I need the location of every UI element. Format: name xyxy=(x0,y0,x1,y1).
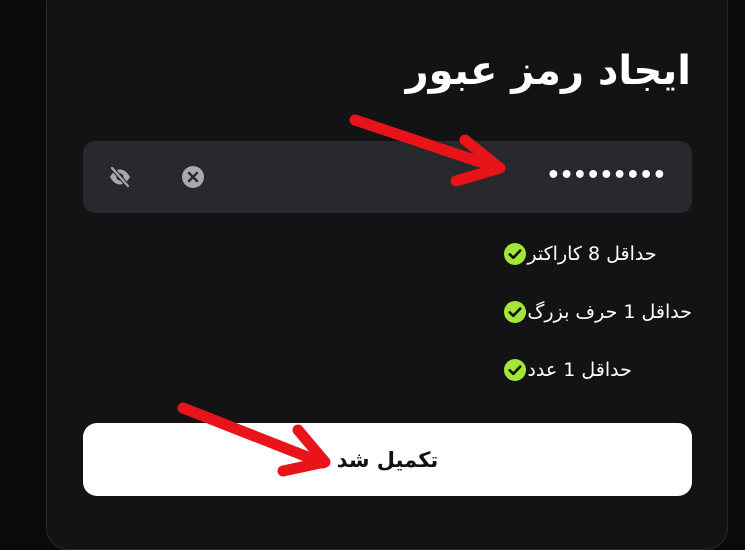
requirement-item: حداقل 1 عدد xyxy=(499,352,692,388)
password-input[interactable]: ••••••••• xyxy=(547,161,666,191)
requirement-item: حداقل 8 کاراکتر xyxy=(499,236,692,272)
check-circle-icon xyxy=(504,301,527,323)
clear-circle-icon[interactable] xyxy=(181,165,205,189)
password-field[interactable]: ••••••••• xyxy=(83,141,692,213)
check-circle-icon xyxy=(504,359,527,381)
eye-off-icon[interactable] xyxy=(107,165,133,189)
requirement-item: حداقل 1 حرف بزرگ xyxy=(499,294,692,330)
complete-button[interactable]: تکمیل شد xyxy=(83,423,692,496)
requirement-text: حداقل 1 عدد xyxy=(527,359,632,381)
requirement-text: حداقل 1 حرف بزرگ xyxy=(527,301,692,323)
page-title: ایجاد رمز عبور xyxy=(405,48,691,94)
requirements-list: حداقل 8 کاراکتر حداقل 1 حرف بزرگ حداقل 1… xyxy=(499,236,692,410)
requirement-text: حداقل 8 کاراکتر xyxy=(527,243,657,265)
check-circle-icon xyxy=(504,243,527,265)
